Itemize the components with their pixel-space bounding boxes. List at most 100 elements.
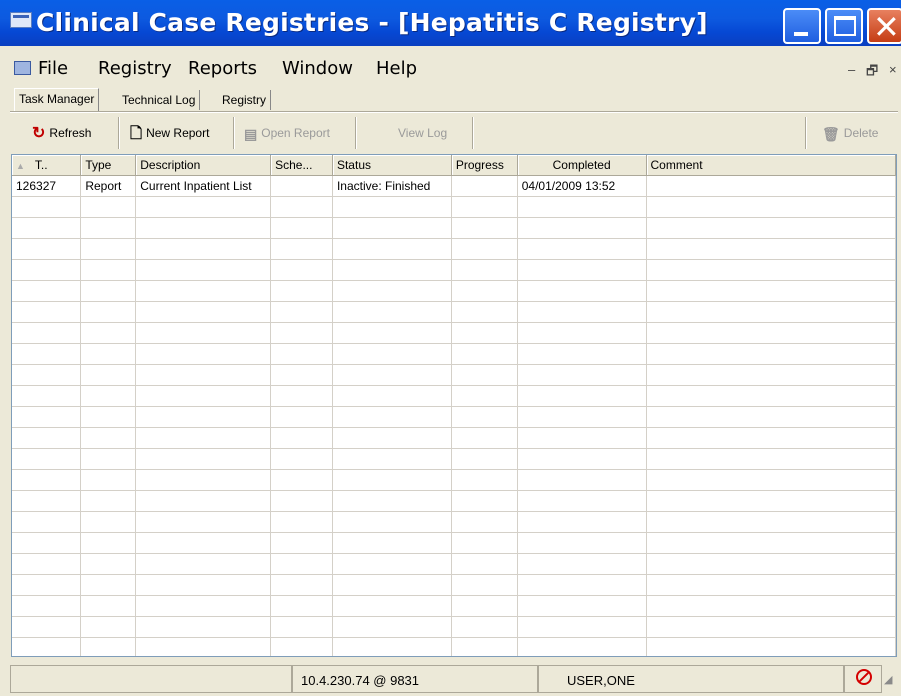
menu-file[interactable]: File bbox=[38, 58, 68, 79]
mdi-restore-button[interactable]: 🗗 bbox=[866, 62, 878, 84]
tab-registry[interactable]: Registry bbox=[218, 90, 272, 110]
column-header-type[interactable]: Type bbox=[80, 155, 137, 176]
empty-cell bbox=[270, 406, 333, 428]
toolbar-separator bbox=[355, 117, 357, 149]
menu-window[interactable]: Window bbox=[282, 58, 353, 79]
tab-task-manager[interactable]: Task Manager bbox=[14, 88, 100, 111]
empty-cell bbox=[270, 259, 333, 281]
empty-cell bbox=[12, 322, 82, 344]
column-header-task-id[interactable]: ▲ T.. bbox=[12, 155, 82, 176]
refresh-button[interactable]: ↻ Refresh bbox=[32, 117, 91, 149]
empty-cell bbox=[646, 385, 896, 407]
empty-cell bbox=[270, 427, 333, 449]
empty-cell bbox=[135, 343, 272, 365]
empty-cell bbox=[12, 259, 82, 281]
tab-divider bbox=[10, 111, 898, 113]
empty-cell bbox=[517, 574, 647, 596]
new-report-button[interactable]: 🗋 New Report bbox=[130, 117, 209, 149]
empty-cell bbox=[517, 364, 647, 386]
mdi-child-icon[interactable] bbox=[14, 61, 31, 75]
column-header-status[interactable]: Status bbox=[332, 155, 452, 176]
empty-cell bbox=[451, 532, 518, 554]
empty-cell bbox=[332, 553, 452, 575]
column-header-comment[interactable]: Comment bbox=[646, 155, 896, 176]
empty-cell bbox=[646, 637, 896, 656]
empty-cell bbox=[646, 280, 896, 302]
resize-grip-icon[interactable]: ◢ bbox=[884, 673, 898, 689]
empty-cell bbox=[451, 490, 518, 512]
empty-row bbox=[12, 343, 896, 365]
application-icon[interactable] bbox=[10, 12, 32, 28]
tab-technical-log[interactable]: Technical Log bbox=[118, 90, 201, 110]
empty-cell bbox=[517, 217, 647, 239]
empty-cell bbox=[135, 532, 272, 554]
maximize-icon bbox=[834, 16, 856, 36]
view-log-button[interactable]: View Log bbox=[398, 117, 447, 149]
empty-cell bbox=[332, 490, 452, 512]
empty-cell bbox=[270, 364, 333, 386]
empty-cell bbox=[646, 343, 896, 365]
minimize-button[interactable] bbox=[783, 8, 821, 44]
column-header-description[interactable]: Description bbox=[135, 155, 272, 176]
empty-cell bbox=[332, 196, 452, 218]
window-title: Clinical Case Registries - [Hepatitis C … bbox=[36, 8, 708, 37]
empty-cell bbox=[270, 532, 333, 554]
empty-cell bbox=[451, 574, 518, 596]
empty-cell bbox=[270, 448, 333, 470]
empty-cell bbox=[451, 385, 518, 407]
menu-help[interactable]: Help bbox=[376, 58, 417, 79]
empty-cell bbox=[332, 511, 452, 533]
empty-cell bbox=[135, 217, 272, 239]
minimize-icon bbox=[794, 32, 808, 36]
empty-cell bbox=[332, 574, 452, 596]
empty-cell bbox=[451, 511, 518, 533]
empty-cell bbox=[270, 280, 333, 302]
open-report-button[interactable]: ▤ Open Report bbox=[244, 117, 330, 149]
table-row[interactable]: 126327 Report Current Inpatient List Ina… bbox=[12, 175, 896, 197]
column-header-progress[interactable]: Progress bbox=[451, 155, 518, 176]
trash-icon: 🗑 bbox=[822, 125, 840, 142]
empty-cell bbox=[12, 196, 82, 218]
empty-cell bbox=[332, 616, 452, 638]
mdi-close-button[interactable]: × bbox=[889, 62, 897, 77]
empty-cell bbox=[332, 637, 452, 656]
empty-cell bbox=[135, 637, 272, 656]
empty-cell bbox=[80, 616, 137, 638]
empty-cell bbox=[451, 637, 518, 656]
empty-row bbox=[12, 301, 896, 323]
empty-cell bbox=[451, 469, 518, 491]
empty-row bbox=[12, 490, 896, 512]
empty-cell bbox=[451, 427, 518, 449]
empty-row bbox=[12, 238, 896, 260]
mdi-minimize-button[interactable]: – bbox=[848, 62, 855, 77]
empty-row bbox=[12, 364, 896, 386]
empty-cell bbox=[270, 511, 333, 533]
cell-type: Report bbox=[80, 175, 137, 197]
empty-row bbox=[12, 322, 896, 344]
empty-cell bbox=[135, 364, 272, 386]
empty-cell bbox=[646, 217, 896, 239]
column-header-completed[interactable]: Completed bbox=[517, 155, 647, 176]
empty-cell bbox=[332, 238, 452, 260]
empty-cell bbox=[451, 238, 518, 260]
empty-row bbox=[12, 637, 896, 656]
column-header-schedule[interactable]: Sche... bbox=[270, 155, 333, 176]
title-bar[interactable]: Clinical Case Registries - [Hepatitis C … bbox=[0, 0, 901, 46]
empty-cell bbox=[80, 343, 137, 365]
empty-cell bbox=[517, 196, 647, 218]
empty-cell bbox=[135, 196, 272, 218]
maximize-button[interactable] bbox=[825, 8, 863, 44]
new-report-label: New Report bbox=[146, 126, 210, 140]
task-list-grid[interactable]: ▲ T.. Type Description Sche... Status Pro… bbox=[11, 154, 897, 657]
empty-cell bbox=[12, 343, 82, 365]
menu-registry[interactable]: Registry bbox=[98, 58, 172, 79]
delete-button[interactable]: 🗑 Delete bbox=[822, 117, 878, 149]
empty-cell bbox=[135, 553, 272, 575]
empty-cell bbox=[270, 637, 333, 656]
empty-cell bbox=[451, 406, 518, 428]
empty-row bbox=[12, 469, 896, 491]
empty-cell bbox=[135, 238, 272, 260]
close-button[interactable]: ✕ bbox=[867, 8, 901, 46]
empty-cell bbox=[451, 553, 518, 575]
menu-reports[interactable]: Reports bbox=[188, 58, 257, 79]
